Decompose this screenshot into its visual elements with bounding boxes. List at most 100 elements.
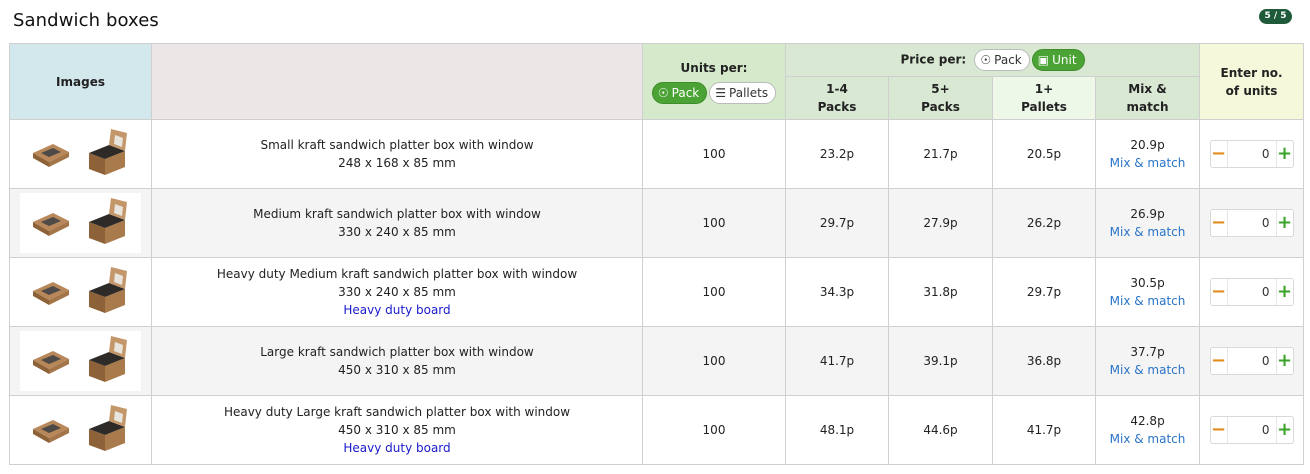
header-units-per: Units per: ☉ Pack ☰ Pallets — [642, 43, 786, 120]
units-per-label: Units per: — [680, 61, 748, 75]
mix-price: 37.7p — [1130, 345, 1165, 359]
price-1-4-packs: 29.7p — [785, 188, 889, 258]
mix-price: 26.9p — [1130, 207, 1165, 221]
quantity-stepper: − 0 + — [1209, 209, 1294, 237]
price-5-packs: 31.8p — [888, 257, 993, 327]
price-col-line1: 5+ — [931, 82, 950, 96]
table-row: Heavy duty Large kraft sandwich platter … — [9, 395, 1305, 465]
price-1-4-packs: 34.3p — [785, 257, 889, 327]
pager-badge: 5 / 5 — [1259, 9, 1292, 24]
product-images — [9, 119, 152, 189]
closed-box-image[interactable] — [31, 415, 71, 445]
product-name[interactable]: Heavy duty Medium kraft sandwich platter… — [152, 265, 642, 283]
product-note: Heavy duty board — [343, 441, 451, 455]
price-1-4-packs: 23.2p — [785, 119, 889, 189]
price-1-4-packs: 41.7p — [785, 326, 889, 396]
mix-match-link[interactable]: Mix & match — [1096, 223, 1199, 241]
product-description: Heavy duty Large kraft sandwich platter … — [151, 395, 643, 465]
product-name[interactable]: Large kraft sandwich platter box with wi… — [152, 343, 642, 361]
increment-button[interactable]: + — [1277, 279, 1293, 305]
product-images — [9, 257, 152, 327]
header-price-5-packs: 5+ Packs — [888, 76, 993, 120]
open-box-image[interactable] — [85, 129, 131, 179]
quantity-input[interactable]: 0 — [1226, 141, 1277, 167]
mix-match-link[interactable]: Mix & match — [1096, 430, 1199, 448]
product-description: Large kraft sandwich platter box with wi… — [151, 326, 643, 396]
quantity-input[interactable]: 0 — [1226, 279, 1277, 305]
increment-button[interactable]: + — [1277, 141, 1293, 167]
header-enter-units: Enter no. of units — [1199, 43, 1305, 120]
page-title: Sandwich boxes — [13, 10, 159, 31]
price-toggle-unit[interactable]: ▣ Unit — [1031, 49, 1085, 71]
product-images — [9, 188, 152, 258]
price-per-label: Price per: — [900, 52, 967, 67]
price-toggle-pack[interactable]: ☉ Pack — [974, 49, 1030, 71]
header-price-1-4-packs: 1-4 Packs — [785, 76, 889, 120]
closed-box-image[interactable] — [31, 208, 71, 238]
units-toggle-pallets-label: Pallets — [729, 86, 769, 100]
units-per-pack: 100 — [642, 326, 786, 396]
mix-match-link[interactable]: Mix & match — [1096, 361, 1199, 379]
product-name[interactable]: Small kraft sandwich platter box with wi… — [152, 136, 642, 154]
closed-box-image[interactable] — [31, 139, 71, 169]
mix-price: 42.8p — [1130, 414, 1165, 428]
price-col-line1: 1-4 — [826, 82, 848, 96]
product-name[interactable]: Medium kraft sandwich platter box with w… — [152, 205, 642, 223]
mix-price: 20.9p — [1130, 138, 1165, 152]
mix-match-link[interactable]: Mix & match — [1096, 154, 1199, 172]
price-toggle-unit-label: Unit — [1052, 53, 1077, 67]
open-box-image[interactable] — [85, 267, 131, 317]
open-box-image[interactable] — [85, 405, 131, 455]
header-images: Images — [9, 43, 152, 120]
open-box-image[interactable] — [85, 336, 131, 386]
quantity-input[interactable]: 0 — [1226, 210, 1277, 236]
units-per-pack: 100 — [642, 119, 786, 189]
units-toggle-pallets[interactable]: ☰ Pallets — [709, 82, 777, 104]
header-price-pallets: 1+ Pallets — [992, 76, 1096, 120]
price-5-packs: 27.9p — [888, 188, 993, 258]
quantity-stepper: − 0 + — [1209, 278, 1294, 306]
product-table: Images Units per: ☉ Pack ☰ Pallets Price… — [9, 43, 1305, 465]
header-price-mix-match: Mix & match — [1094, 76, 1201, 120]
price-toggle: ☉ Pack ▣ Unit — [974, 49, 1085, 71]
increment-button[interactable]: + — [1277, 348, 1293, 374]
units-toggle-pack-label: Pack — [671, 86, 700, 100]
product-images — [9, 395, 152, 465]
product-description: Small kraft sandwich platter box with wi… — [151, 119, 643, 189]
quantity-input[interactable]: 0 — [1226, 417, 1277, 443]
price-mix-match: 37.7p Mix & match — [1094, 326, 1201, 396]
quantity-cell: − 0 + — [1199, 188, 1305, 258]
header-price-per: Price per: ☉ Pack ▣ Unit — [784, 43, 1201, 77]
product-name[interactable]: Heavy duty Large kraft sandwich platter … — [152, 403, 642, 421]
product-note: Heavy duty board — [343, 303, 451, 317]
price-pallets: 26.2p — [992, 188, 1096, 258]
pallet-icon: ☰ — [715, 86, 727, 100]
quantity-cell: − 0 + — [1199, 326, 1305, 396]
pack-icon: ☉ — [657, 86, 669, 100]
units-toggle-pack[interactable]: ☉ Pack — [651, 82, 708, 104]
units-per-pack: 100 — [642, 395, 786, 465]
units-per-pack: 100 — [642, 188, 786, 258]
price-1-4-packs: 48.1p — [785, 395, 889, 465]
quantity-input[interactable]: 0 — [1226, 348, 1277, 374]
units-toggle: ☉ Pack ☰ Pallets — [651, 82, 777, 104]
increment-button[interactable]: + — [1277, 417, 1293, 443]
product-description: Heavy duty Medium kraft sandwich platter… — [151, 257, 643, 327]
unit-box-icon: ▣ — [1037, 53, 1050, 67]
open-box-image[interactable] — [85, 198, 131, 248]
product-description: Medium kraft sandwich platter box with w… — [151, 188, 643, 258]
table-row: Small kraft sandwich platter box with wi… — [9, 119, 1305, 189]
increment-button[interactable]: + — [1277, 210, 1293, 236]
closed-box-image[interactable] — [31, 346, 71, 376]
mix-match-link[interactable]: Mix & match — [1096, 292, 1199, 310]
decrement-button[interactable]: − — [1211, 417, 1227, 443]
price-col-line2: match — [1126, 100, 1169, 114]
closed-box-image[interactable] — [31, 277, 71, 307]
decrement-button[interactable]: − — [1211, 279, 1227, 305]
price-col-line1: Mix & — [1128, 82, 1167, 96]
product-size: 450 x 310 x 85 mm — [338, 363, 456, 377]
product-size: 248 x 168 x 85 mm — [338, 156, 456, 170]
decrement-button[interactable]: − — [1211, 210, 1227, 236]
decrement-button[interactable]: − — [1211, 348, 1227, 374]
decrement-button[interactable]: − — [1211, 141, 1227, 167]
